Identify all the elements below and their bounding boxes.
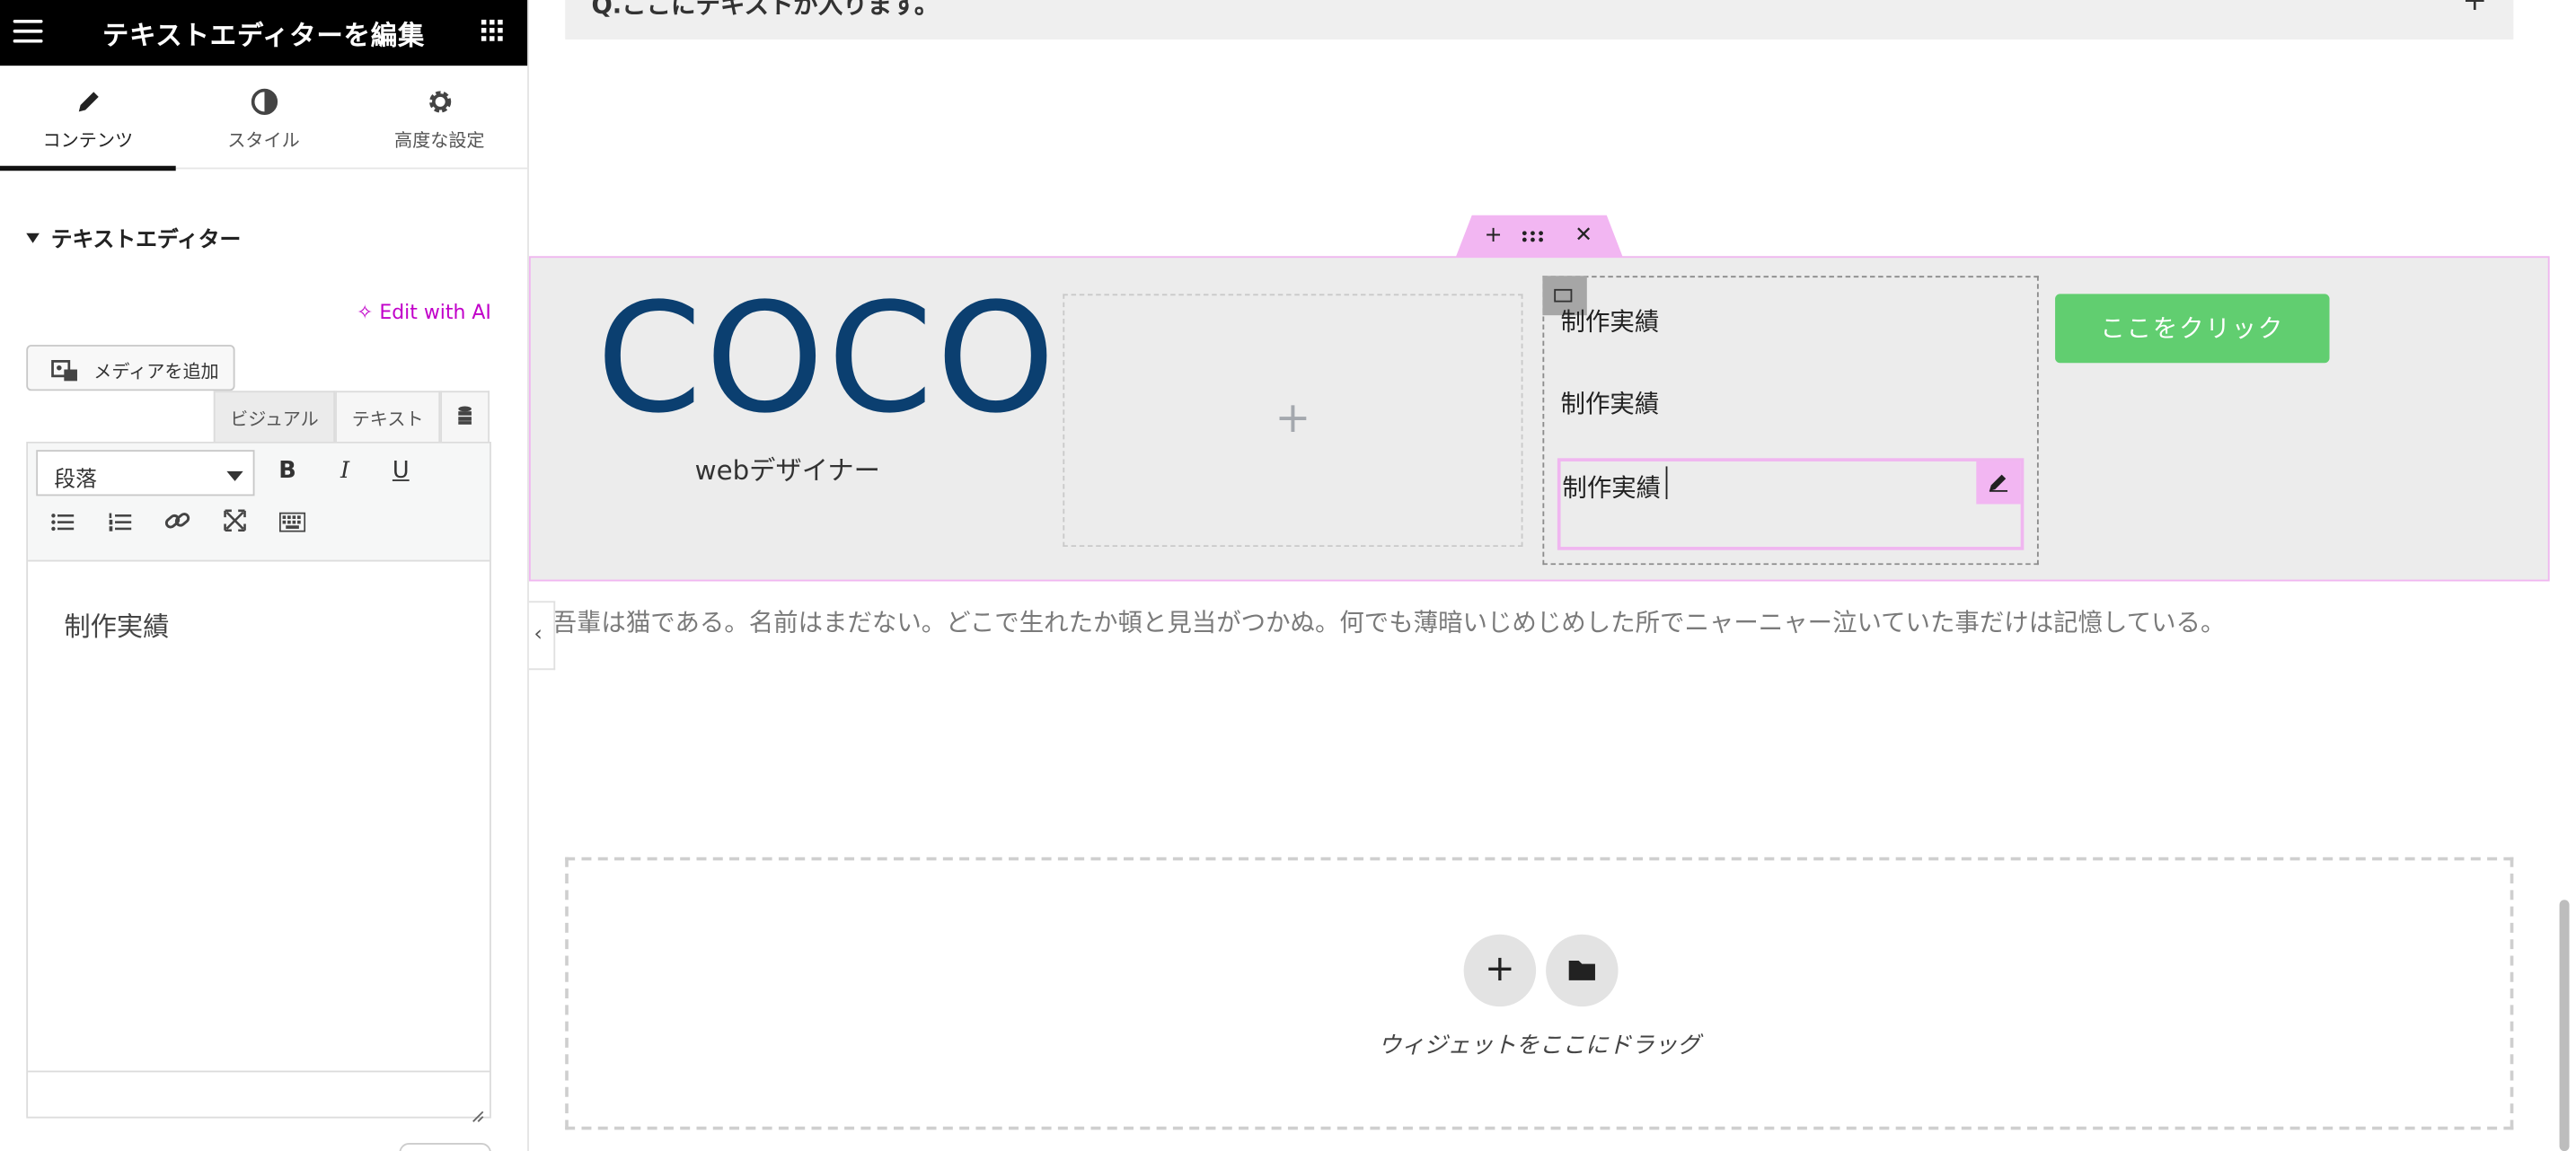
tab-visual[interactable]: ビジュアル <box>213 391 336 443</box>
list-item[interactable]: 制作実績 <box>1562 470 1661 504</box>
drop-zone-label: ウィジェットをここにドラッグ <box>1378 1032 1701 1059</box>
tab-style[interactable]: スタイル <box>176 66 352 169</box>
panel-header: テキストエディターを編集 <box>0 0 528 66</box>
drag-handle-icon[interactable] <box>1522 222 1555 251</box>
list-item[interactable]: 制作実績 <box>1561 386 1660 420</box>
edit-with-ai-label: Edit with AI <box>379 300 491 324</box>
selected-section[interactable]: COCO webデザイナー + 制作実績 制作実績 制作実績 ここをクリック <box>528 256 2550 582</box>
format-select-value: 段落 <box>54 468 97 493</box>
tab-style-label: スタイル <box>227 129 300 152</box>
format-select[interactable]: 段落 <box>36 450 255 496</box>
chevron-down-icon <box>226 470 243 481</box>
section-title: テキストエディター <box>50 228 242 253</box>
toggle-switch[interactable] <box>399 1142 491 1151</box>
editor-content[interactable]: 制作実績 <box>64 604 169 644</box>
resize-handle-icon[interactable] <box>472 1099 485 1122</box>
logo-text: COCO <box>595 270 1059 447</box>
text-editor: 段落 B I U 制作実績 <box>26 442 491 1122</box>
underline-icon[interactable]: U <box>379 452 422 491</box>
bold-icon[interactable]: B <box>266 452 309 491</box>
tab-content[interactable]: コンテンツ <box>0 66 176 171</box>
sparkle-icon: ✧ <box>356 300 374 324</box>
apps-grid-icon[interactable] <box>481 19 503 41</box>
numbered-list-icon[interactable] <box>99 505 142 545</box>
delete-section-icon[interactable]: ✕ <box>1567 222 1601 251</box>
folder-icon <box>1568 960 1595 980</box>
click-here-button[interactable]: ここをクリック <box>2055 294 2330 364</box>
add-section-button[interactable]: + <box>1463 934 1537 1007</box>
editor-toolbar: 段落 B I U <box>28 443 490 562</box>
keyboard-icon[interactable] <box>271 505 314 545</box>
chevron-left-icon: ‹ <box>534 622 543 647</box>
active-text-widget[interactable]: 制作実績 <box>1557 458 2025 550</box>
gear-icon <box>351 87 527 117</box>
dynamic-tags-button[interactable] <box>440 391 490 443</box>
panel-tabs: コンテンツ スタイル 高度な設定 <box>0 66 528 171</box>
designer-heading[interactable]: webデザイナー <box>695 448 880 488</box>
add-media-label: メディアを追加 <box>93 361 219 383</box>
pencil-icon <box>0 87 176 117</box>
media-icon <box>51 356 77 382</box>
page-canvas: Q.ここにテキストが入ります。 + COCO webデザイナー + 制作実績 制… <box>528 0 2576 1151</box>
empty-column[interactable]: + <box>1063 294 1523 548</box>
edit-widget-button[interactable] <box>1976 461 2021 505</box>
text-column[interactable]: 制作実績 制作実績 制作実績 <box>1542 276 2039 566</box>
panel-title: テキストエディターを編集 <box>101 19 426 51</box>
editor-panel: テキストエディターを編集 コンテンツ スタイル 高度な設定 テキストエディター … <box>0 0 529 1151</box>
tab-text[interactable]: テキスト <box>335 391 441 443</box>
editor-statusbar <box>28 1070 490 1117</box>
collapse-panel-button[interactable]: ‹ <box>528 601 556 671</box>
plus-icon: + <box>2462 0 2488 19</box>
list-item[interactable]: 制作実績 <box>1561 303 1660 338</box>
tab-advanced-label: 高度な設定 <box>393 129 485 152</box>
database-icon <box>458 406 472 425</box>
widget-drop-zone[interactable]: + ウィジェットをここにドラッグ <box>565 857 2514 1130</box>
link-icon[interactable] <box>156 505 199 545</box>
body-paragraph[interactable]: 吾輩は猫である。名前はまだない。どこで生れたか頓と見当がつかぬ。何でも薄暗いじめ… <box>552 604 2226 638</box>
text-cursor <box>1665 466 1668 500</box>
pencil-icon <box>1989 474 2008 492</box>
plus-icon: + <box>1485 949 1515 990</box>
bullet-list-icon[interactable] <box>41 505 84 545</box>
faq-item[interactable]: Q.ここにテキストが入ります。 + <box>565 0 2514 40</box>
section-toggle-text-editor[interactable]: テキストエディター <box>26 222 241 253</box>
edit-with-ai-link[interactable]: ✧ Edit with AI <box>357 301 491 324</box>
caret-down-icon <box>26 233 40 243</box>
add-widget-plus-icon[interactable]: + <box>1064 394 1521 444</box>
italic-icon[interactable]: I <box>323 452 366 491</box>
logo: COCO <box>563 281 1055 435</box>
tab-content-label: コンテンツ <box>42 129 134 152</box>
add-media-button[interactable]: メディアを追加 <box>26 345 235 391</box>
tab-advanced[interactable]: 高度な設定 <box>351 66 527 169</box>
faq-question: Q.ここにテキストが入ります。 <box>591 0 940 20</box>
section-handle: + ✕ <box>1455 215 1624 259</box>
scrollbar[interactable] <box>2559 900 2570 1151</box>
add-section-icon[interactable]: + <box>1477 222 1510 251</box>
hamburger-menu-icon[interactable] <box>13 19 43 43</box>
template-library-button[interactable] <box>1546 934 1619 1007</box>
contrast-icon <box>176 87 352 117</box>
fullscreen-icon[interactable] <box>214 505 257 545</box>
